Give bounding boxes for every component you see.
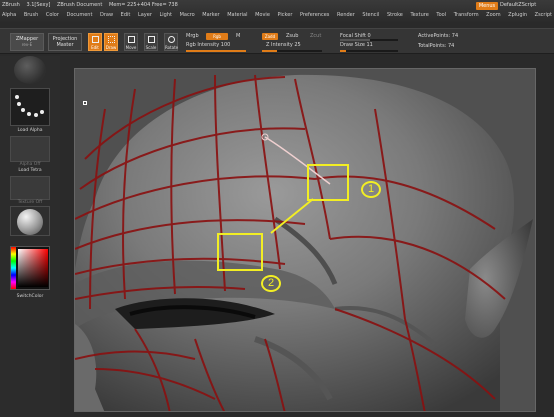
callout-label-2: 2 [261,275,281,292]
menu-item-document[interactable]: Document [67,12,93,18]
total-points-readout: TotalPoints: 74 [418,43,455,49]
m-button[interactable]: M [236,33,240,39]
material-sphere-icon [17,209,43,235]
menu-item-stencil[interactable]: Stencil [362,12,379,18]
z-intensity-fill [262,50,277,52]
dots-stroke-icon [15,95,44,117]
memory-readout: Mem= 225+404 Free= 738 [108,2,178,8]
zcut-button[interactable]: Zcut [310,33,321,39]
z-intensity-label[interactable]: Z Intensity 25 [266,42,301,48]
draw-button[interactable]: Draw [104,33,118,51]
brush-icon[interactable] [14,56,46,84]
menus-button[interactable]: Menus [476,2,498,10]
texture-off-label[interactable]: Texture Off [10,200,50,205]
top-toolbar: ZMapper rev-E Projection Master Edit Dra… [0,28,554,54]
saturation-box[interactable] [18,249,48,287]
draw-icon [108,36,115,43]
draw-label: Draw [105,45,117,50]
menu-item-zoom[interactable]: Zoom [486,12,500,18]
menu-item-macro[interactable]: Macro [180,12,195,18]
focal-shift-fill [340,39,370,41]
draw-size-fill [340,50,346,52]
menu-item-picker[interactable]: Picker [278,12,293,18]
menu-item-light[interactable]: Light [159,12,171,18]
zmapper-button[interactable]: ZMapper rev-E [10,33,44,51]
menu-item-edit[interactable]: Edit [121,12,131,18]
alpha-off-label[interactable]: Alpha Off [10,162,50,167]
head-model-render[interactable] [75,69,536,412]
left-shelf: Load Alpha Alpha Off Load Tetra Texture … [0,56,60,417]
menu-item-alpha[interactable]: Alpha [2,12,16,18]
callout-label-1: 1 [361,181,381,198]
edit-icon [92,36,99,43]
menu-item-stroke[interactable]: Stroke [387,12,403,18]
projection-master-button[interactable]: Projection Master [48,33,82,51]
menu-bar: ZBrush 3.1[Sexy] ZBrush Document Mem= 22… [0,0,554,22]
rotate-label: Rotate [165,45,179,50]
menu-item-material[interactable]: Material [227,12,247,18]
mrgb-button[interactable]: Mrgb [186,33,199,39]
scale-label: Scale [145,45,157,50]
z-intensity-slider[interactable] [262,50,322,52]
zmapper-sub-label: rev-E [21,42,33,47]
menu-item-tool[interactable]: Tool [436,12,446,18]
load-tetra-button[interactable]: Load Tetra [10,168,50,173]
menu-item-movie[interactable]: Movie [255,12,270,18]
move-icon [128,36,135,43]
canvas-marker-icon [83,101,87,105]
document-canvas[interactable]: 1 2 [74,68,536,412]
draw-size-slider[interactable] [340,50,398,52]
active-points-readout: ActivePoints: 74 [418,33,459,39]
rotate-button[interactable]: Rotate [164,33,178,51]
menu-item-brush[interactable]: Brush [24,12,38,18]
rgb-intensity-slider[interactable] [186,50,246,52]
rgb-intensity-label[interactable]: Rgb Intensity 100 [186,42,230,48]
edit-button[interactable]: Edit [88,33,102,51]
rgb-button[interactable]: Rgb [206,33,228,40]
scale-icon [148,36,155,43]
load-alpha-button[interactable]: Load Alpha [10,128,50,133]
menu-item-marker[interactable]: Marker [202,12,219,18]
scale-button[interactable]: Scale [144,33,158,51]
move-label: Move [125,45,137,50]
projection-sub-label: Master [56,42,74,48]
title-row: ZBrush 3.1[Sexy] ZBrush Document Mem= 22… [2,2,183,9]
alpha-slot[interactable] [10,88,50,126]
default-zscript-label[interactable]: DefaultZScript [500,2,536,8]
move-button[interactable]: Move [124,33,138,51]
focal-shift-slider[interactable] [340,39,398,41]
draw-size-label[interactable]: Draw Size 11 [340,42,373,48]
main-menu: Alpha Brush Color Document Draw Edit Lay… [2,12,554,20]
rotate-icon [168,36,175,43]
app-name: ZBrush [2,2,20,8]
callout-box-2 [217,233,263,271]
menu-item-texture[interactable]: Texture [410,12,428,18]
zadd-button[interactable]: Zadd [262,33,278,40]
alpha-preview[interactable] [10,136,50,162]
edit-label: Edit [91,45,99,50]
menu-item-color[interactable]: Color [46,12,59,18]
rgb-intensity-fill [186,50,246,52]
menu-item-zplugin[interactable]: Zplugin [508,12,527,18]
menu-item-layer[interactable]: Layer [138,12,152,18]
color-picker[interactable] [10,246,50,290]
zsub-button[interactable]: Zsub [286,33,298,39]
callout-box-1 [307,164,349,201]
menu-item-zscript[interactable]: Zscript [535,12,552,18]
hue-strip[interactable] [11,247,16,289]
switch-color-button[interactable]: SwitchColor [10,294,50,299]
menu-item-preferences[interactable]: Preferences [300,12,329,18]
menu-item-transform[interactable]: Transform [454,12,479,18]
menu-item-draw[interactable]: Draw [100,12,113,18]
material-slot[interactable] [10,206,50,236]
document-name: ZBrush Document [56,2,103,8]
texture-preview[interactable] [10,176,50,200]
app-version: 3.1[Sexy] [26,2,51,8]
menu-item-render[interactable]: Render [337,12,355,18]
